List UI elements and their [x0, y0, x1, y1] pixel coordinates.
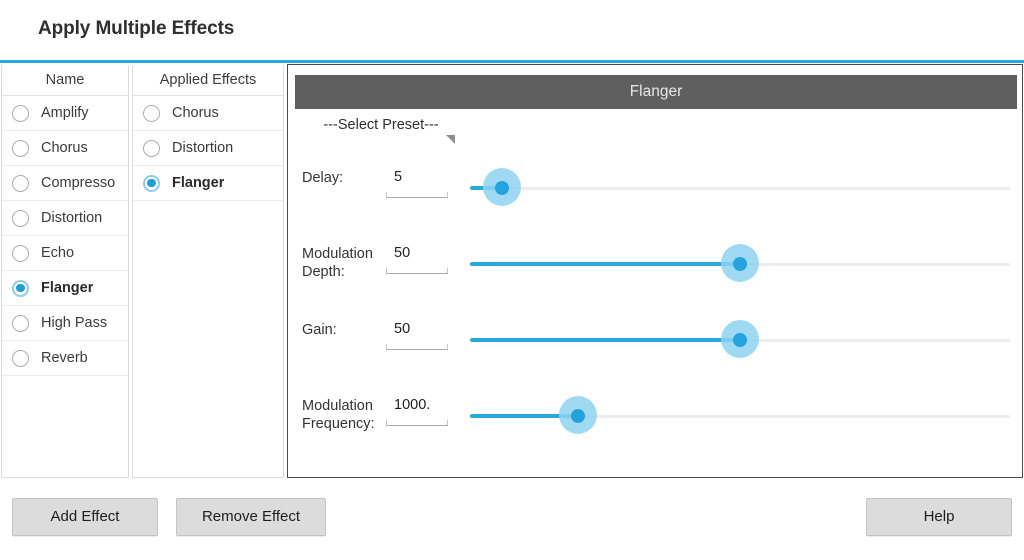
- help-button[interactable]: Help: [866, 498, 1012, 536]
- parameter-input-value: 50: [394, 321, 411, 337]
- parameter-row-modulation-frequency: Modulation Frequency: 1000.: [288, 383, 1024, 455]
- radio-button-icon[interactable]: [12, 104, 29, 122]
- parameter-row-delay: Delay: 5: [288, 155, 1024, 227]
- list-item-compresso[interactable]: Compresso: [2, 166, 128, 201]
- list-item-distortion[interactable]: Distortion: [2, 201, 128, 236]
- parameter-label-modulation-frequency: Modulation Frequency:: [302, 397, 388, 433]
- parameter-input-modulation-frequency[interactable]: 1000.: [386, 397, 448, 435]
- parameter-slider-modulation-depth[interactable]: [470, 241, 1010, 289]
- radio-button-icon[interactable]: [12, 209, 29, 227]
- parameter-label-line: Frequency:: [302, 416, 375, 432]
- effect-name-list: Name Amplify Chorus Compresso Distortion Ech…: [1, 65, 129, 478]
- list-item-amplify[interactable]: Amplify: [2, 96, 128, 131]
- parameter-label-gain: Gain:: [302, 322, 337, 338]
- input-underline: [386, 344, 448, 350]
- add-effect-button[interactable]: Add Effect: [12, 498, 158, 536]
- list-item-label: High Pass: [41, 315, 108, 331]
- list-item-label: Compresso: [41, 175, 116, 191]
- radio-button-checked-icon[interactable]: [12, 279, 29, 297]
- page-title: Apply Multiple Effects: [38, 18, 235, 39]
- list-item-label: Flanger: [41, 280, 94, 296]
- input-underline: [386, 192, 448, 198]
- parameter-input-value: 5: [394, 169, 403, 185]
- list-item-label: Echo: [41, 245, 75, 261]
- list-item-label: Reverb: [41, 350, 88, 366]
- list-item-label: Chorus: [41, 140, 88, 156]
- parameter-label-line: Modulation: [302, 398, 373, 414]
- slider-fill: [470, 262, 740, 266]
- input-underline: [386, 420, 448, 426]
- slider-handle[interactable]: [571, 409, 585, 423]
- slider-handle[interactable]: [495, 181, 509, 195]
- radio-button-icon[interactable]: [143, 139, 160, 157]
- list-item-reverb[interactable]: Reverb: [2, 341, 128, 376]
- preset-dropdown-value: ---Select Preset---: [323, 117, 439, 133]
- list-item-chorus[interactable]: Chorus: [2, 131, 128, 166]
- apply-multiple-effects-window: Apply Multiple Effects Name Amplify Choru…: [0, 0, 1024, 560]
- accent-divider: [0, 60, 1024, 63]
- parameter-label-line: Modulation: [302, 246, 373, 262]
- list-item-high-pass[interactable]: High Pass: [2, 306, 128, 341]
- parameter-row-gain: Gain: 50: [288, 307, 1024, 379]
- list-empty-area: [133, 201, 283, 477]
- list-item-label: Flanger: [172, 175, 225, 191]
- parameter-input-modulation-depth[interactable]: 50: [386, 245, 448, 283]
- slider-fill: [470, 338, 740, 342]
- list-item-echo[interactable]: Echo: [2, 236, 128, 271]
- applied-item-distortion[interactable]: Distortion: [133, 131, 283, 166]
- parameter-slider-gain[interactable]: [470, 317, 1010, 365]
- effect-name-list-header: Name: [2, 65, 128, 96]
- radio-button-icon[interactable]: [12, 244, 29, 262]
- list-item-label: Amplify: [41, 105, 89, 121]
- parameter-slider-delay[interactable]: [470, 165, 1010, 213]
- radio-button-icon[interactable]: [12, 349, 29, 367]
- parameter-input-delay[interactable]: 5: [386, 169, 448, 207]
- radio-button-icon[interactable]: [143, 104, 160, 122]
- preset-dropdown[interactable]: ---Select Preset---: [306, 117, 466, 151]
- parameter-input-value: 1000.: [394, 397, 431, 413]
- radio-button-icon[interactable]: [12, 174, 29, 192]
- parameter-row-modulation-depth: Modulation Depth: 50: [288, 231, 1024, 303]
- parameter-label-modulation-depth: Modulation Depth:: [302, 245, 388, 281]
- radio-button-checked-icon[interactable]: [143, 174, 160, 192]
- slider-handle[interactable]: [733, 333, 747, 347]
- list-empty-area: [2, 376, 128, 477]
- radio-button-icon[interactable]: [12, 139, 29, 157]
- parameter-label-line: Depth:: [302, 264, 345, 280]
- applied-effects-rows: Chorus Distortion Flanger: [133, 96, 283, 477]
- slider-handle[interactable]: [733, 257, 747, 271]
- parameter-input-value: 50: [394, 245, 411, 261]
- effect-detail-panel: Flanger ---Select Preset--- Delay: 5 Modul…: [287, 64, 1023, 478]
- list-item-label: Distortion: [41, 210, 103, 226]
- applied-effects-list: Applied Effects Chorus Distortion Flanger: [132, 65, 284, 478]
- list-item-label: Chorus: [172, 105, 219, 121]
- radio-button-icon[interactable]: [12, 314, 29, 332]
- parameter-slider-modulation-frequency[interactable]: [470, 393, 1010, 441]
- applied-item-flanger[interactable]: Flanger: [133, 166, 283, 201]
- triangle-down-icon: [446, 135, 455, 144]
- applied-item-chorus[interactable]: Chorus: [133, 96, 283, 131]
- list-item-label: Distortion: [172, 140, 234, 156]
- effect-detail-title: Flanger: [295, 75, 1017, 109]
- slider-track[interactable]: [470, 187, 1010, 190]
- parameter-label-delay: Delay:: [302, 170, 344, 186]
- input-underline: [386, 268, 448, 274]
- applied-effects-list-header: Applied Effects: [133, 65, 283, 96]
- parameter-input-gain[interactable]: 50: [386, 321, 448, 359]
- effect-name-rows: Amplify Chorus Compresso Distortion Echo Flan…: [2, 96, 128, 477]
- list-item-flanger[interactable]: Flanger: [2, 271, 128, 306]
- remove-effect-button[interactable]: Remove Effect: [176, 498, 326, 536]
